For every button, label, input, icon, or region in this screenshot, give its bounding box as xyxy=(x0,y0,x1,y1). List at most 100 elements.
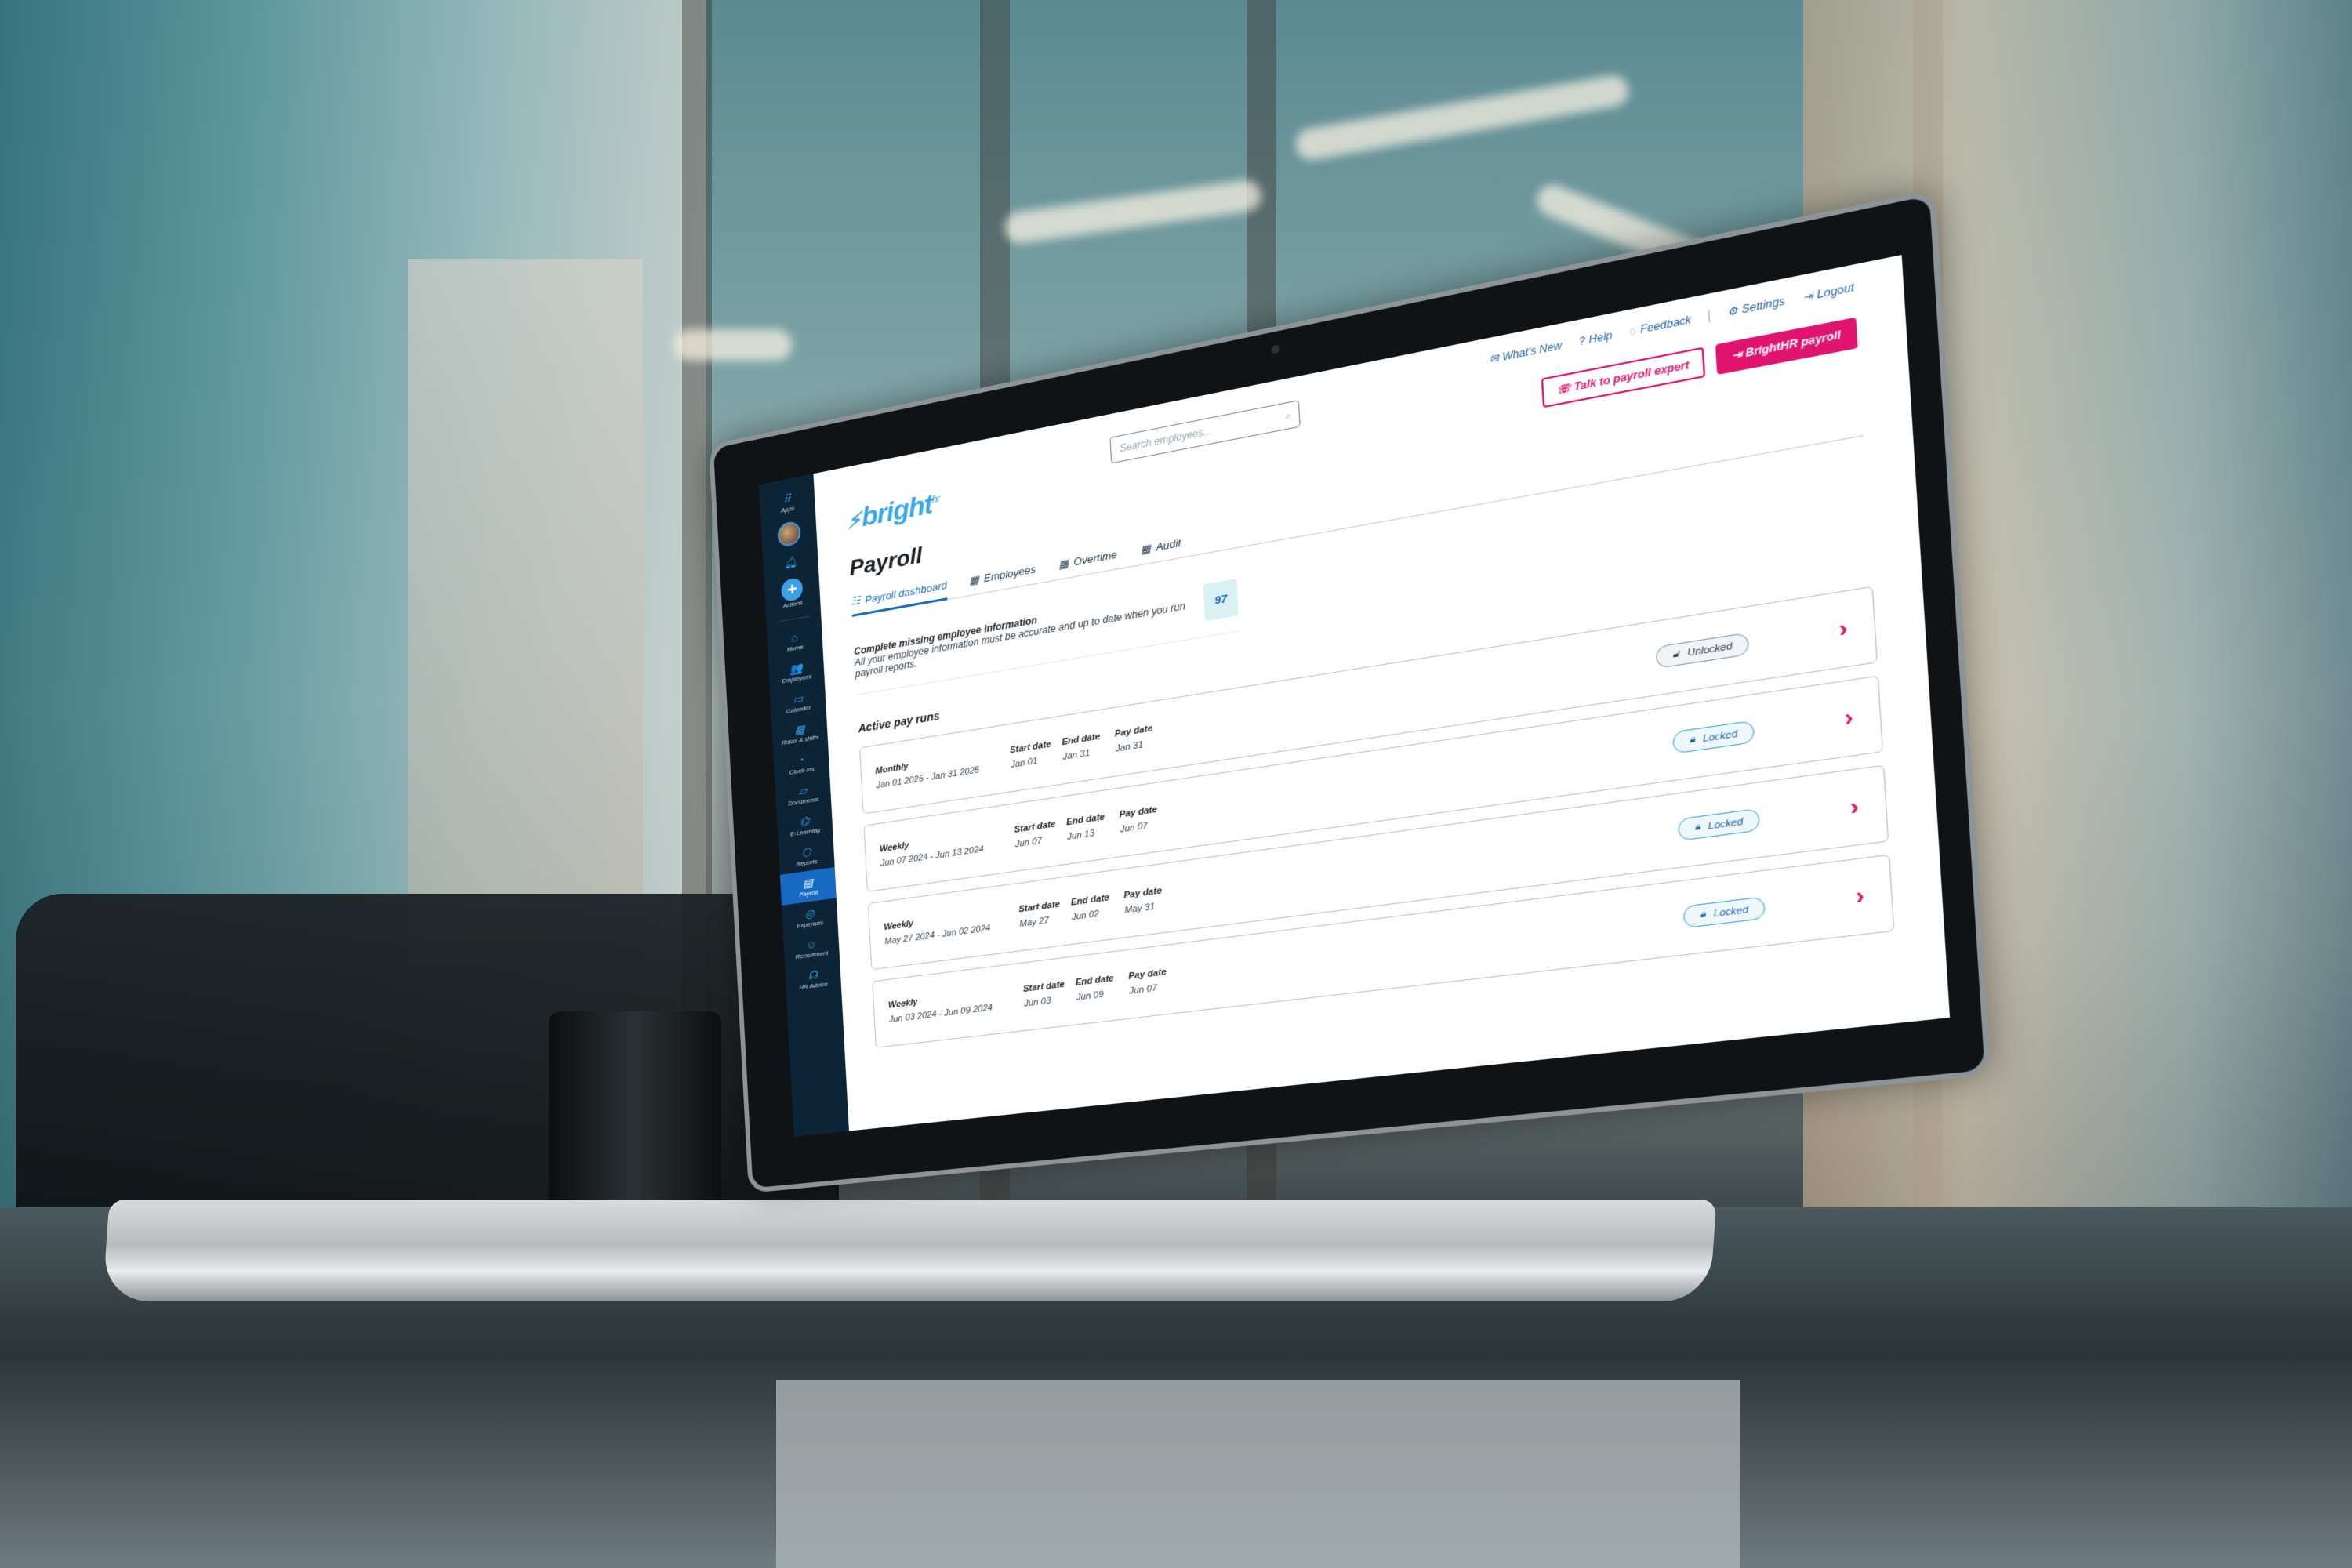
end-date-value: Jun 13 xyxy=(1066,828,1095,842)
pay-date-value: Jan 31 xyxy=(1115,739,1144,754)
chevron-right-icon[interactable]: › xyxy=(1838,614,1848,644)
pay-date-col: Pay date May 31 xyxy=(1123,884,1178,916)
link-help[interactable]: ? Help xyxy=(1578,329,1613,348)
end-date-col: End date Jun 09 xyxy=(1075,971,1129,1003)
end-date-header: End date xyxy=(1065,811,1105,827)
start-date-col: Start date May 27 xyxy=(1018,898,1072,929)
brighthr-payroll-button[interactable]: ⇥ BrightHR payroll xyxy=(1715,317,1858,376)
tab-label: Overtime xyxy=(1073,548,1118,569)
start-date-value: May 27 xyxy=(1019,915,1050,929)
sidebar-item-label: Expenses xyxy=(797,918,824,930)
link-logout[interactable]: ⇥ Logout xyxy=(1802,281,1854,303)
logo-text: bright xyxy=(861,488,934,533)
headset-icon: ☏ xyxy=(1556,380,1575,397)
avatar[interactable] xyxy=(777,520,801,548)
brighthr-logo[interactable]: ⚡︎brighthr xyxy=(846,488,941,536)
pay-date-header: Pay date xyxy=(1127,967,1167,982)
background-pillar xyxy=(408,259,643,964)
link-label: Settings xyxy=(1741,294,1786,316)
end-date-value: Jun 09 xyxy=(1076,989,1104,1003)
lock-icon: 🔒︎ xyxy=(1694,821,1701,833)
status-badge: 🔒︎ Locked xyxy=(1677,808,1761,841)
sidebar-item-label: Clock-ins xyxy=(789,764,815,776)
lock-icon: 🔒︎ xyxy=(1689,734,1696,746)
missing-count-badge: 97 xyxy=(1203,578,1239,621)
sidebar-item-hr-advice[interactable]: ☊ HR Advice xyxy=(785,960,841,997)
chevron-right-icon[interactable]: › xyxy=(1844,703,1854,733)
end-date-value: Jun 02 xyxy=(1071,908,1100,923)
start-date-header: Start date xyxy=(1022,978,1065,994)
logout-icon: ⇥ xyxy=(1802,289,1813,304)
start-date-header: Start date xyxy=(1018,898,1061,915)
unlock-icon: 🔓︎ xyxy=(1672,648,1680,660)
chevron-right-icon[interactable]: › xyxy=(1855,881,1866,910)
calendar-icon: ▦ xyxy=(1140,541,1152,557)
tab-label: Payroll dashboard xyxy=(864,578,948,606)
pay-date-header: Pay date xyxy=(1123,885,1163,901)
status-badge: 🔒︎ Locked xyxy=(1671,720,1755,754)
pay-run-period: Weekly Jun 03 2024 - Jun 09 2024 xyxy=(888,984,1025,1025)
ceiling-light xyxy=(1293,72,1632,163)
gear-icon: ⚙ xyxy=(1726,303,1739,319)
sidebar-item-label: Calendar xyxy=(786,703,811,715)
start-date-value: Jan 01 xyxy=(1010,756,1038,770)
feedback-icon: ◌ xyxy=(1628,324,1637,339)
sidebar-apps[interactable]: ⠿ Apps xyxy=(760,481,816,523)
laptop-reflection xyxy=(776,1380,1740,1568)
sidebar-item-label: Employees xyxy=(782,672,812,685)
megaphone-icon: ✉ xyxy=(1489,351,1500,366)
link-settings[interactable]: ⚙ Settings xyxy=(1727,295,1785,319)
end-date-value: Jan 31 xyxy=(1062,747,1091,762)
pay-date-value: Jun 07 xyxy=(1120,820,1149,835)
search-input[interactable]: Search employees... ⌕ xyxy=(1109,400,1301,464)
link-label: Feedback xyxy=(1639,313,1692,336)
status-label: Locked xyxy=(1708,815,1744,832)
login-arrow-icon: ⇥ xyxy=(1731,347,1746,362)
link-separator xyxy=(1708,310,1711,323)
list-icon: ☷ xyxy=(851,593,861,608)
end-date-header: End date xyxy=(1075,973,1115,988)
end-date-col: End date Jun 02 xyxy=(1071,891,1125,922)
link-feedback[interactable]: ◌ Feedback xyxy=(1629,314,1692,338)
ceiling-light xyxy=(674,329,792,361)
tab-payroll-dashboard[interactable]: ☷ Payroll dashboard xyxy=(851,578,948,617)
laptop-base xyxy=(102,1200,1717,1301)
sidebar-item-label: E-Learning xyxy=(789,826,821,838)
help-icon: ? xyxy=(1578,334,1586,348)
link-label: Help xyxy=(1588,328,1613,347)
start-date-col: Start date Jan 01 xyxy=(1010,737,1063,769)
talk-button-label: Talk to payroll expert xyxy=(1573,358,1690,394)
laptop-lid: ⠿ Apps 🔔︎ + Actions ⌂ Home 👥 Employees ▭ Cale… xyxy=(708,188,1992,1194)
webcam xyxy=(1271,344,1280,355)
pay-date-col: Pay date Jun 07 xyxy=(1128,965,1183,996)
pay-date-col: Pay date Jun 07 xyxy=(1119,802,1174,835)
end-date-header: End date xyxy=(1070,892,1110,908)
tab-employees[interactable]: ▦ Employees xyxy=(969,562,1036,595)
start-date-value: Jun 03 xyxy=(1023,995,1051,1009)
chevron-right-icon[interactable]: › xyxy=(1849,792,1860,821)
sidebar-item-label: Payroll xyxy=(799,888,818,898)
link-what-s-new[interactable]: ✉ What's New xyxy=(1489,339,1562,366)
end-date-col: End date Jun 13 xyxy=(1065,810,1120,842)
office-photo-scene: ⠿ Apps 🔔︎ + Actions ⌂ Home 👥 Employees ▭ Cale… xyxy=(0,0,2352,1568)
link-label: Logout xyxy=(1817,281,1855,301)
headset-icon: ☊ xyxy=(808,967,818,982)
start-date-header: Start date xyxy=(1014,818,1056,835)
tab-label: Employees xyxy=(983,563,1036,585)
sidebar-item-label: Documents xyxy=(788,795,819,808)
calendar-icon: ▦ xyxy=(968,572,980,587)
bell-icon: 🔔︎ xyxy=(783,554,798,570)
start-date-col: Start date Jun 03 xyxy=(1022,978,1076,1009)
payroll-button-label: BrightHR payroll xyxy=(1744,328,1842,360)
tab-overtime[interactable]: ▦ Overtime xyxy=(1058,547,1118,579)
search-placeholder: Search employees... xyxy=(1119,424,1213,455)
calendar-icon: ▦ xyxy=(1058,557,1069,571)
laptop-screen: ⠿ Apps 🔔︎ + Actions ⌂ Home 👥 Employees ▭ Cale… xyxy=(759,255,1951,1137)
status-badge: 🔒︎ Locked xyxy=(1682,896,1766,929)
logo-bolt-icon: ⚡︎ xyxy=(846,507,862,535)
ceiling-light xyxy=(1002,178,1264,245)
tab-audit[interactable]: ▦ Audit xyxy=(1140,535,1181,564)
pay-date-value: May 31 xyxy=(1124,901,1156,916)
lock-icon: 🔒︎ xyxy=(1699,909,1707,920)
recruitment-icon: ☺ xyxy=(805,937,818,952)
